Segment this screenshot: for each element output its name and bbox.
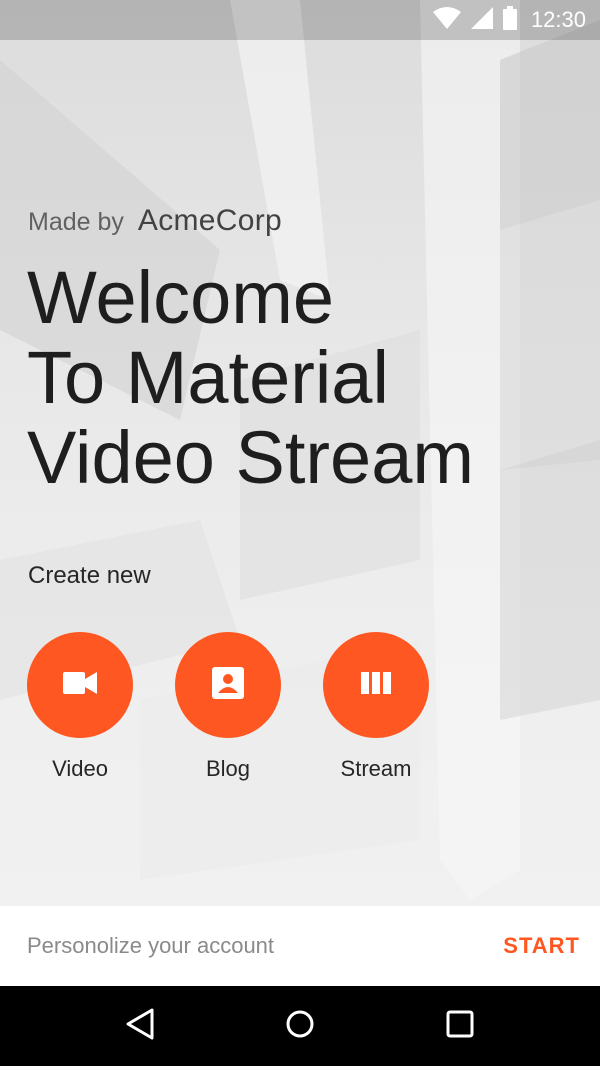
create-blog-label: Blog (205, 756, 251, 781)
status-bar: 12:30 (0, 0, 600, 40)
home-icon (285, 1009, 315, 1044)
recents-button[interactable] (436, 1002, 484, 1050)
recents-icon (446, 1010, 474, 1043)
bottom-bar: Personolize your account START (0, 906, 600, 986)
create-blog-button[interactable]: Blog (175, 632, 281, 782)
create-stream-label: Stream (340, 756, 412, 781)
start-button[interactable]: START (503, 933, 580, 959)
battery-icon (502, 5, 517, 35)
wifi-icon (432, 6, 461, 34)
create-video-button[interactable]: Video (27, 632, 133, 782)
title-line: Video Stream (27, 416, 474, 499)
personalize-prompt: Personolize your account (27, 933, 275, 958)
contact-card-icon (212, 666, 244, 704)
back-icon (125, 1007, 155, 1046)
title-line: To Material (27, 336, 389, 419)
navigation-bar (0, 986, 600, 1066)
create-video-fab[interactable] (27, 632, 133, 738)
cellular-signal-icon (470, 6, 493, 34)
status-time: 12:30 (530, 7, 586, 32)
create-stream-fab[interactable] (323, 632, 429, 738)
back-button[interactable] (116, 1002, 164, 1050)
page-title: Welcome To Material Video Stream (27, 258, 474, 498)
create-blog-fab[interactable] (175, 632, 281, 738)
home-button[interactable] (276, 1002, 324, 1050)
videocam-icon (63, 671, 97, 699)
create-actions: Video Blog Stream (27, 632, 429, 782)
view-columns-icon (361, 671, 391, 699)
create-video-label: Video (52, 756, 108, 781)
brand-logo: AcmeCorp (137, 204, 282, 237)
create-stream-button[interactable]: Stream (323, 632, 429, 782)
create-new-heading: Create new (28, 562, 151, 589)
made-by: Made by AcmeCorp (28, 204, 282, 238)
made-by-label: Made by (28, 208, 124, 236)
title-line: Welcome (27, 256, 335, 339)
